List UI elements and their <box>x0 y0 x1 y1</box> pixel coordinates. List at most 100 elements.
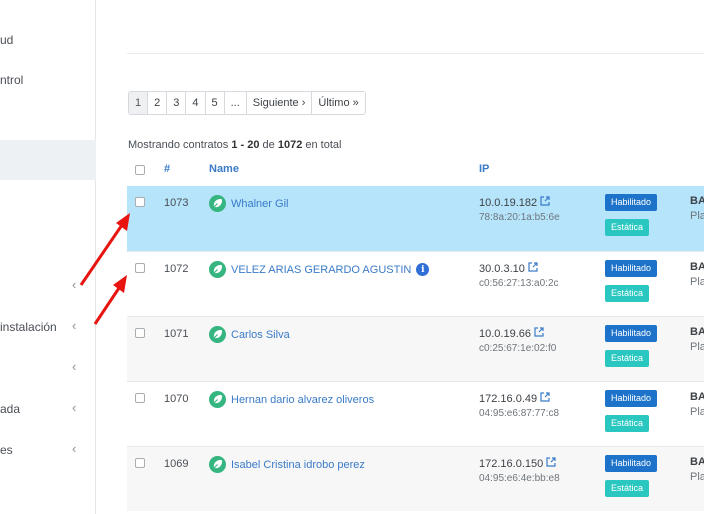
sidebar-item-1[interactable]: ntrol <box>0 70 96 90</box>
info-icon[interactable]: i <box>416 263 430 276</box>
chevron-left-icon: ‹ <box>72 400 77 415</box>
table-row[interactable]: 1072 VELEZ ARIAS GERARDO AGUSTIN i 30.0.… <box>127 251 704 316</box>
ip-type-badge: Estática <box>605 480 650 497</box>
header-number[interactable]: # <box>164 163 170 175</box>
contract-number: 1069 <box>164 458 189 470</box>
chevron-left-icon: ‹ <box>72 277 77 292</box>
summary-suffix: en total <box>302 139 342 151</box>
plan-code: BA <box>690 456 704 468</box>
sidebar-item-label: ada <box>0 402 21 416</box>
pagination: 1 2 3 4 5 ... Siguiente › Último » <box>128 91 366 115</box>
client-name-link[interactable]: Whalner Gil <box>209 195 288 212</box>
client-name-text[interactable]: Isabel Cristina idrobo perez <box>231 459 365 471</box>
sidebar-item-4[interactable]: ‹ <box>0 358 96 378</box>
status-badge: Habilitado <box>605 260 658 277</box>
summary-total: 1072 <box>277 139 303 151</box>
contract-number: 1073 <box>164 197 189 209</box>
plan-code: BA <box>690 326 704 338</box>
plug-leaf-icon <box>209 195 226 212</box>
chevron-left-icon: ‹ <box>72 359 77 374</box>
external-link-icon[interactable] <box>528 262 538 275</box>
mac-address: c0:56:27:13:a0:2c <box>479 278 559 289</box>
external-link-icon[interactable] <box>540 196 550 209</box>
mac-address: c0:25:67:1e:02:f0 <box>479 343 557 354</box>
divider <box>127 53 704 54</box>
sidebar-item-label: ntrol <box>0 73 24 87</box>
client-name-text[interactable]: Hernan dario alvarez oliveros <box>231 394 374 406</box>
status-badge: Habilitado <box>605 390 658 407</box>
external-link-icon[interactable] <box>546 457 556 470</box>
sidebar-item-0[interactable]: ud <box>0 30 96 50</box>
ip-address[interactable]: 10.0.19.66 <box>479 327 544 340</box>
sidebar-item-2[interactable]: ‹ <box>0 276 96 296</box>
summary-middle: de <box>259 139 278 151</box>
mac-address: 78:8a:20:1a:b5:6e <box>479 212 560 223</box>
page-button-3[interactable]: 3 <box>167 92 187 114</box>
select-all-checkbox[interactable] <box>135 165 145 175</box>
ip-address[interactable]: 172.16.0.150 <box>479 457 556 470</box>
plan-label: Pla <box>690 471 704 483</box>
client-name-link[interactable]: Hernan dario alvarez oliveros <box>209 391 374 408</box>
row-checkbox[interactable] <box>135 393 145 403</box>
ip-text[interactable]: 30.0.3.10 <box>479 263 525 275</box>
ip-address[interactable]: 10.0.19.182 <box>479 196 550 209</box>
page-button-4[interactable]: 4 <box>186 92 206 114</box>
status-badge: Habilitado <box>605 194 658 211</box>
page-button-1[interactable]: 1 <box>129 92 149 114</box>
ip-text[interactable]: 172.16.0.49 <box>479 393 537 405</box>
sidebar: ud ntrol ‹ instalación ‹ ‹ ada ‹ es ‹ <box>0 0 96 514</box>
main-content: 1 2 3 4 5 ... Siguiente › Último » Mostr… <box>97 0 704 514</box>
results-summary: Mostrando contratos 1 - 20 de 1072 en to… <box>128 139 341 151</box>
sidebar-item-label: es <box>0 443 13 457</box>
table-row[interactable]: 1070 Hernan dario alvarez oliveros 172.1… <box>127 381 704 446</box>
ip-text[interactable]: 10.0.19.66 <box>479 328 531 340</box>
last-page-button[interactable]: Último » <box>312 92 365 114</box>
client-name-text[interactable]: Whalner Gil <box>231 198 288 210</box>
mac-address: 04:95:e6:4e:bb:e8 <box>479 473 560 484</box>
table-row[interactable]: 1071 Carlos Silva 10.0.19.66 c0:25:67:1e… <box>127 316 704 381</box>
header-name[interactable]: Name <box>209 163 239 175</box>
row-checkbox[interactable] <box>135 197 145 207</box>
row-checkbox[interactable] <box>135 328 145 338</box>
contract-number: 1071 <box>164 328 189 340</box>
client-name-link[interactable]: Isabel Cristina idrobo perez <box>209 456 365 473</box>
sidebar-item-5[interactable]: ada ‹ <box>0 399 96 419</box>
sidebar-active-highlight <box>0 140 96 180</box>
header-ip[interactable]: IP <box>479 163 489 175</box>
plan-code: BA <box>690 391 704 403</box>
table-row[interactable]: 1073 Whalner Gil 10.0.19.182 78:8a:20:1a… <box>127 186 704 251</box>
chevron-left-icon: ‹ <box>72 441 77 456</box>
client-name-text[interactable]: Carlos Silva <box>231 329 290 341</box>
plan-label: Pla <box>690 276 704 288</box>
page-button-5[interactable]: 5 <box>205 92 225 114</box>
chevron-left-icon: ‹ <box>72 318 77 333</box>
row-checkbox[interactable] <box>135 458 145 468</box>
ip-address[interactable]: 172.16.0.49 <box>479 392 550 405</box>
external-link-icon[interactable] <box>534 327 544 340</box>
status-badge: Habilitado <box>605 325 658 342</box>
ip-text[interactable]: 172.16.0.150 <box>479 458 543 470</box>
next-page-button[interactable]: Siguiente › <box>246 92 313 114</box>
page-button-2[interactable]: 2 <box>148 92 168 114</box>
client-name-link[interactable]: Carlos Silva <box>209 326 290 343</box>
plug-leaf-icon <box>209 391 226 408</box>
ip-type-badge: Estática <box>605 219 650 236</box>
status-badge: Habilitado <box>605 455 658 472</box>
contract-number: 1070 <box>164 393 189 405</box>
external-link-icon[interactable] <box>540 392 550 405</box>
summary-range: 1 - 20 <box>231 139 260 151</box>
ip-address[interactable]: 30.0.3.10 <box>479 262 538 275</box>
sidebar-item-6[interactable]: es ‹ <box>0 440 96 460</box>
table-row[interactable]: 1069 Isabel Cristina idrobo perez 172.16… <box>127 446 704 511</box>
sidebar-item-installation[interactable]: instalación ‹ <box>0 317 96 337</box>
plug-leaf-icon <box>209 261 226 278</box>
client-name-link[interactable]: VELEZ ARIAS GERARDO AGUSTIN i <box>209 261 430 278</box>
row-checkbox[interactable] <box>135 263 145 273</box>
plan-code: BA <box>690 261 704 273</box>
plan-label: Pla <box>690 406 704 418</box>
client-name-text[interactable]: VELEZ ARIAS GERARDO AGUSTIN <box>231 264 411 276</box>
table-header: # Name IP <box>127 158 704 186</box>
ip-type-badge: Estática <box>605 415 650 432</box>
ip-text[interactable]: 10.0.19.182 <box>479 197 537 209</box>
page-ellipsis[interactable]: ... <box>224 92 247 114</box>
